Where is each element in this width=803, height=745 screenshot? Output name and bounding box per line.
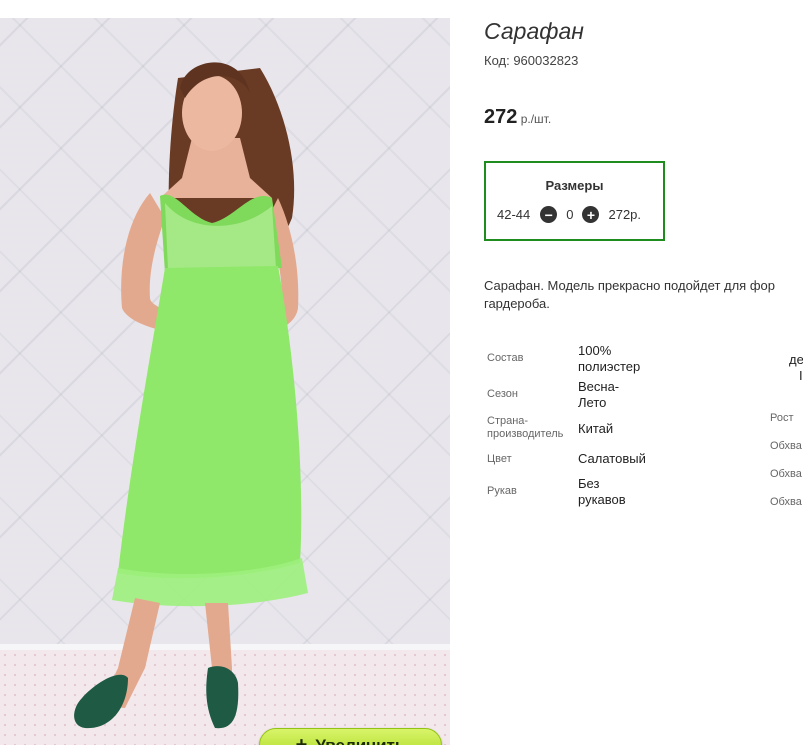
price-unit: р./шт. — [517, 112, 552, 126]
minus-icon: − — [544, 206, 553, 223]
size-spec-key: Обхва — [770, 440, 802, 452]
product-description: Сарафан. Модель прекрасно подойдет для ф… — [484, 277, 803, 313]
size-label: 42-44 — [497, 207, 531, 222]
plus-icon: + — [295, 734, 308, 745]
sizes-box: Размеры 42-44 − 0 + 272р. — [484, 161, 665, 241]
plus-button[interactable]: + — [582, 206, 600, 223]
spec-value-line: Лето — [578, 395, 607, 410]
spec-key: Сезон — [487, 388, 518, 400]
size-sum: 272р. — [608, 207, 642, 222]
spec-value-line: Весна- — [578, 379, 620, 394]
spec-value-line: 100% — [578, 343, 612, 358]
quantity-value: 0 — [566, 207, 574, 222]
spec-value-line: полиэстер — [578, 359, 641, 374]
product-photo[interactable]: + Увеличить — [0, 18, 450, 745]
size-specs-column: де I Рост Обхва Обхва Обхва — [770, 342, 803, 522]
size-spec-key: Обхва — [770, 468, 802, 480]
spec-key-line: производитель — [487, 428, 564, 440]
plus-icon: + — [586, 206, 596, 223]
spec-key: Состав — [487, 352, 524, 364]
model-illustration — [74, 62, 308, 729]
product-price: 272 р./шт. — [484, 106, 551, 129]
price-value: 272 — [484, 106, 518, 128]
spec-value-line: рукавов — [578, 492, 626, 507]
spec-key: Рукав — [487, 485, 517, 497]
clipped-header: I — [799, 368, 803, 383]
size-spec-key: Обхва — [770, 496, 802, 508]
size-spec-key: Рост — [770, 412, 794, 424]
clipped-header: де — [789, 352, 803, 367]
spec-value: Без рукавов — [578, 476, 668, 508]
product-code: Код: 960032823 — [484, 53, 579, 68]
spec-value: Китай — [578, 421, 668, 437]
spec-value-line: Салатовый — [578, 451, 646, 466]
spec-value: Весна- Лето — [578, 379, 668, 411]
size-row: 42-44 − 0 + 272р. — [497, 206, 641, 223]
spec-key-line: Страна- — [487, 415, 529, 427]
spec-key: Страна- производитель — [487, 415, 563, 441]
minus-button[interactable]: − — [540, 206, 558, 223]
spec-value: 100% полиэстер — [578, 343, 668, 375]
description-line: гардероба. — [484, 296, 550, 311]
spec-value: Салатовый — [578, 451, 668, 467]
product-title: Сарафан — [484, 18, 584, 44]
sizes-header: Размеры — [545, 178, 604, 193]
spec-value-line: Китай — [578, 421, 614, 436]
spec-value-line: Без — [578, 476, 600, 491]
description-line: Сарафан. Модель прекрасно подойдет для ф… — [484, 278, 775, 293]
zoom-label: Увеличить — [315, 735, 406, 745]
zoom-button[interactable]: + Увеличить — [259, 728, 442, 745]
spec-key: Цвет — [487, 453, 512, 465]
